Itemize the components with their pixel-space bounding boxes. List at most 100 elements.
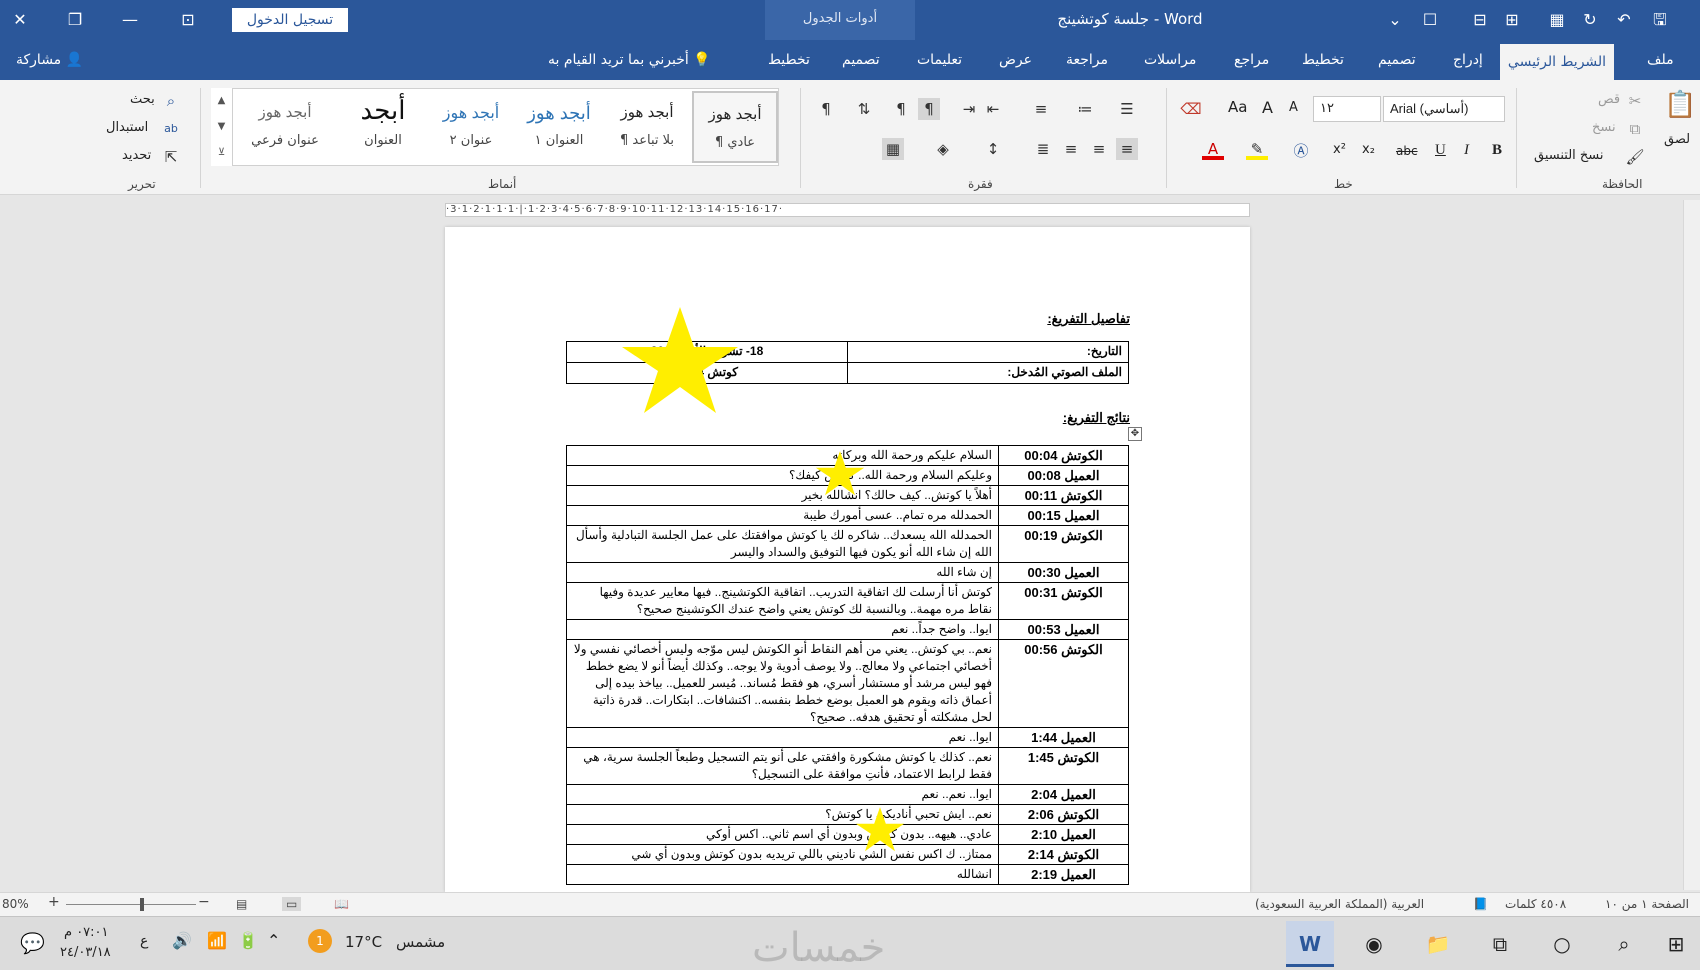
- weather-badge[interactable]: 1: [308, 929, 332, 953]
- windows-start-icon[interactable]: ⊞: [1652, 921, 1700, 967]
- decrease-indent-icon[interactable]: ⇤: [982, 98, 1004, 120]
- file-explorer-icon[interactable]: 📁: [1414, 921, 1462, 967]
- show-hidden-icons-icon[interactable]: ⌃: [267, 931, 280, 950]
- tab-home[interactable]: الشريط الرئيسي: [1500, 44, 1614, 80]
- page-indicator[interactable]: الصفحة ١ من ١٠: [1605, 897, 1689, 911]
- find-button[interactable]: بحث: [130, 92, 155, 107]
- dropdown-arrow-icon[interactable]: ⌄: [1383, 8, 1407, 32]
- table-icon[interactable]: ⊞: [1500, 8, 1524, 32]
- more-styles-icon[interactable]: ⊻: [211, 140, 232, 166]
- vertical-scrollbar[interactable]: [1683, 200, 1700, 890]
- style-heading-1[interactable]: أبجد هوز العنوان ١: [516, 91, 602, 163]
- ribbon-display-options-icon[interactable]: ⊡: [176, 8, 200, 32]
- show-formatting-marks-icon[interactable]: ¶: [815, 98, 837, 120]
- tab-help[interactable]: تعليمات: [917, 52, 962, 68]
- proofing-icon[interactable]: 📘: [1473, 897, 1488, 911]
- strikethrough-button[interactable]: abc: [1396, 144, 1418, 158]
- notifications-icon[interactable]: 💬: [20, 931, 45, 955]
- styles-gallery-scroll[interactable]: ▲ ▼ ⊻: [211, 88, 233, 166]
- zoom-level[interactable]: 80%: [2, 897, 29, 911]
- font-name-box[interactable]: Arial (أساسي): [1383, 96, 1505, 122]
- tab-design[interactable]: تصميم: [1378, 52, 1416, 68]
- search-icon[interactable]: ⌕: [1600, 921, 1648, 967]
- style-no-spacing[interactable]: أبجد هوز ¶ بلا تباعد: [604, 91, 690, 163]
- bold-button[interactable]: B: [1492, 142, 1502, 159]
- format-painter-button[interactable]: نسخ التنسيق: [1534, 148, 1604, 163]
- italic-button[interactable]: I: [1464, 142, 1469, 159]
- document-page[interactable]: تفاصيل التفريغ: التاريخ: 18- تشرين الأول…: [445, 227, 1250, 892]
- chevron-down-icon[interactable]: ▼: [211, 114, 232, 140]
- change-case-button[interactable]: Aa: [1228, 98, 1247, 116]
- word-count[interactable]: ٤٥٠٨ كلمات: [1505, 897, 1566, 911]
- battery-icon[interactable]: 🔋: [238, 931, 258, 950]
- save-icon[interactable]: 🖫: [1648, 8, 1672, 32]
- word-app-icon[interactable]: W: [1286, 921, 1334, 967]
- tab-references[interactable]: مراجع: [1234, 52, 1269, 68]
- tab-design-table[interactable]: تصميم: [842, 52, 880, 68]
- close-icon[interactable]: ✕: [8, 8, 32, 32]
- style-title[interactable]: أبجد العنوان: [340, 91, 426, 163]
- subscript-button[interactable]: x₂: [1362, 142, 1375, 157]
- weather-text[interactable]: مشمس: [396, 933, 445, 951]
- clear-formatting-icon[interactable]: ⌫: [1180, 98, 1202, 120]
- paste-button[interactable]: لصق: [1664, 132, 1690, 147]
- highlight-icon[interactable]: ✎: [1246, 138, 1268, 160]
- clock-date[interactable]: ٢٤/٠٣/١٨: [60, 945, 111, 960]
- horizontal-ruler[interactable]: ·3·1·2·1·1·1·|·1·2·3·4·5·6·7·8·9·10·11·1…: [445, 203, 1250, 217]
- clock-time[interactable]: ٠٧:٠١ م: [64, 925, 109, 940]
- read-mode-icon[interactable]: 📖: [334, 897, 349, 911]
- tab-layout-table[interactable]: تخطيط: [768, 52, 810, 68]
- shading-icon[interactable]: ◈: [932, 138, 954, 160]
- print-layout-icon[interactable]: ▭: [282, 897, 302, 911]
- restore-icon[interactable]: ❐: [63, 8, 87, 32]
- wifi-icon[interactable]: 📶: [207, 931, 227, 950]
- select-button[interactable]: تحديد: [122, 148, 151, 163]
- tell-me-box[interactable]: أخبرني بما تريد القيام به 💡: [548, 52, 711, 68]
- zoom-slider[interactable]: [66, 904, 196, 905]
- tab-review[interactable]: مراجعة: [1066, 52, 1108, 68]
- underline-button[interactable]: U: [1435, 142, 1446, 159]
- borders-icon[interactable]: ▦: [882, 138, 904, 160]
- paste-icon[interactable]: 📋: [1664, 92, 1696, 124]
- undo-icon[interactable]: ↶: [1612, 8, 1636, 32]
- chevron-up-icon[interactable]: ▲: [211, 88, 232, 114]
- tab-insert[interactable]: إدراج: [1453, 52, 1483, 68]
- multilevel-list-icon[interactable]: ≡: [1030, 98, 1052, 120]
- superscript-button[interactable]: x²: [1333, 142, 1346, 157]
- font-color-icon[interactable]: A: [1202, 138, 1224, 160]
- weather-temp[interactable]: 17°C: [345, 933, 382, 951]
- share-button[interactable]: مشاركة 👤: [16, 52, 83, 68]
- bullets-icon[interactable]: ☰: [1116, 98, 1138, 120]
- numbering-icon[interactable]: ≔: [1074, 98, 1096, 120]
- style-normal[interactable]: أبجد هوز ¶ عادي: [692, 91, 778, 163]
- grid-icon[interactable]: ▦: [1545, 8, 1569, 32]
- align-center-icon[interactable]: ≡: [1088, 138, 1110, 160]
- style-subtitle[interactable]: أبجد هوز عنوان فرعي: [242, 91, 328, 163]
- web-layout-icon[interactable]: ▤: [236, 897, 247, 911]
- chrome-app-icon[interactable]: ◉: [1350, 921, 1398, 967]
- replace-button[interactable]: استبدال: [106, 120, 148, 135]
- align-left-icon[interactable]: ≡: [1060, 138, 1082, 160]
- input-language[interactable]: ع: [140, 933, 148, 949]
- minimize-icon[interactable]: —: [118, 8, 142, 32]
- zoom-in-icon[interactable]: +: [48, 894, 60, 910]
- increase-indent-icon[interactable]: ⇥: [958, 98, 980, 120]
- justify-icon[interactable]: ≣: [1032, 138, 1054, 160]
- cortana-icon[interactable]: ○: [1538, 921, 1586, 967]
- shrink-font-button[interactable]: A: [1289, 100, 1298, 115]
- rtl-direction-icon[interactable]: ¶: [918, 98, 940, 120]
- zoom-slider-thumb[interactable]: [140, 898, 144, 911]
- align-right-icon[interactable]: ≡: [1116, 138, 1138, 160]
- touch-mode-icon[interactable]: ☐: [1418, 8, 1442, 32]
- login-button[interactable]: تسجيل الدخول: [232, 8, 348, 32]
- view-icon[interactable]: ⊟: [1468, 8, 1492, 32]
- copy-button[interactable]: نسخ: [1592, 120, 1616, 135]
- volume-icon[interactable]: 🔊: [172, 931, 192, 950]
- language-indicator[interactable]: العربية (المملكة العربية السعودية): [1255, 897, 1424, 911]
- task-view-icon[interactable]: ⧉: [1476, 921, 1524, 967]
- zoom-out-icon[interactable]: −: [198, 894, 210, 910]
- line-spacing-icon[interactable]: ↕: [982, 138, 1004, 160]
- tab-layout[interactable]: تخطيط: [1302, 52, 1344, 68]
- ltr-direction-icon[interactable]: ¶: [890, 98, 912, 120]
- sort-icon[interactable]: ⇅: [853, 98, 875, 120]
